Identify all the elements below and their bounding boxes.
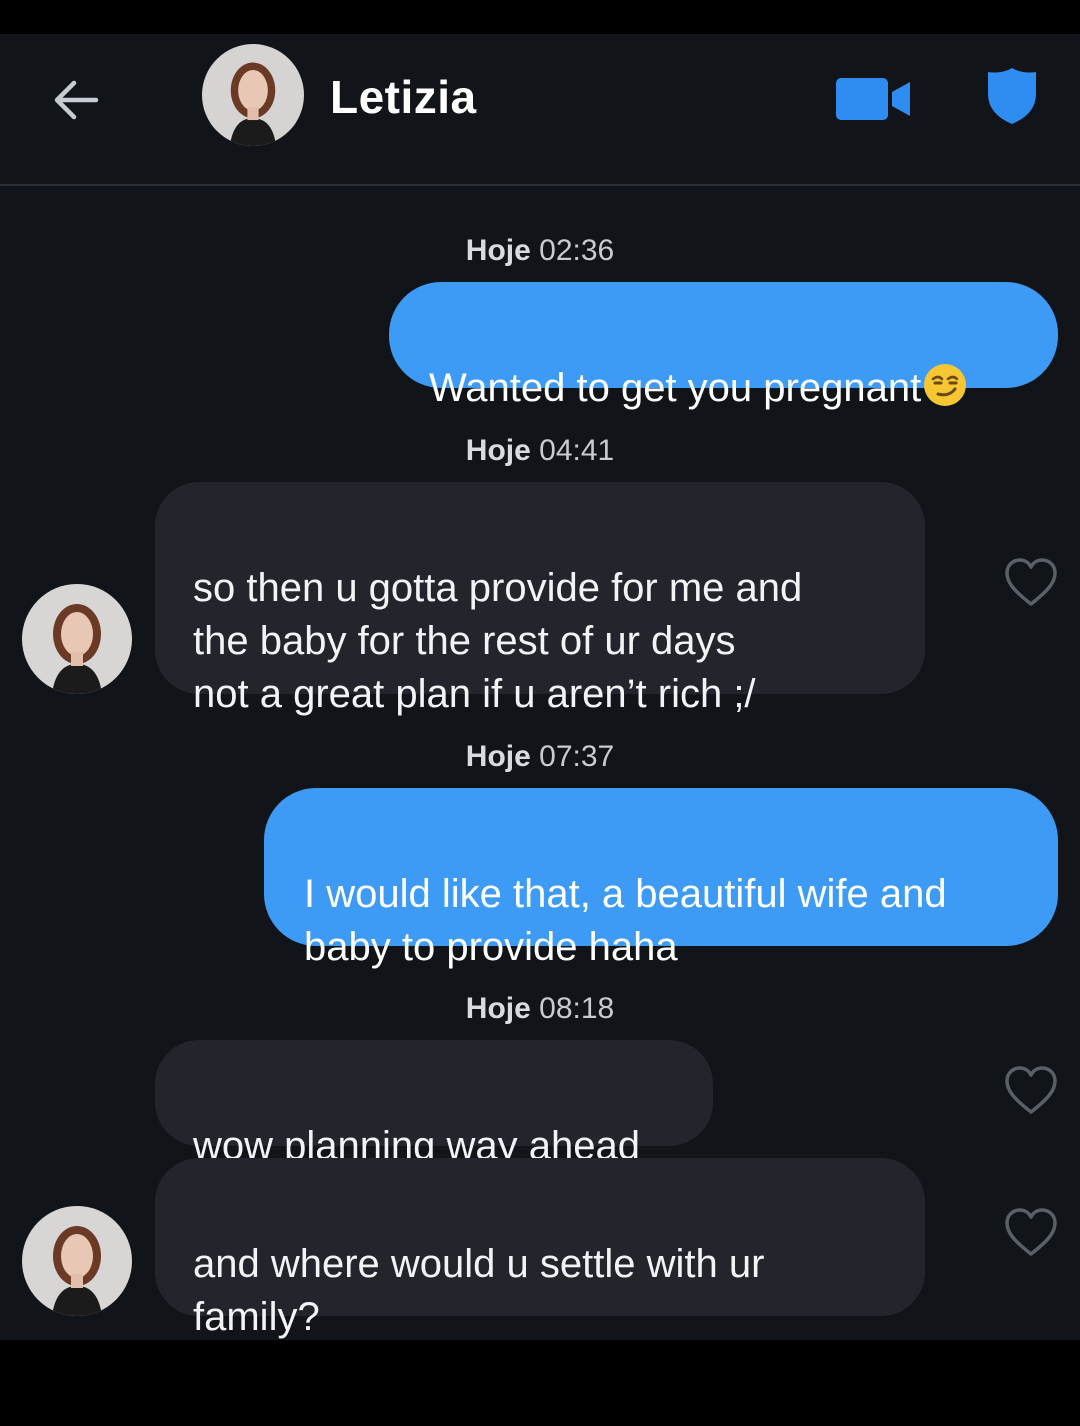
like-heart-icon[interactable] xyxy=(1003,1064,1059,1116)
received-message-bubble[interactable]: so then u gotta provide for me and the b… xyxy=(155,482,925,716)
sent-message-bubble[interactable]: I would like that, a beautiful wife and … xyxy=(264,788,1058,969)
video-camera-icon xyxy=(836,78,910,120)
like-heart-icon[interactable] xyxy=(1003,556,1059,608)
contact-name[interactable]: Letizia xyxy=(330,70,477,124)
timestamp-day: Hoje xyxy=(465,740,531,773)
timestamp-day: Hoje xyxy=(465,434,531,467)
safety-shield-button[interactable] xyxy=(982,64,1042,128)
arrow-left-icon xyxy=(54,80,99,120)
message-text: Wanted to get you pregnant xyxy=(429,366,922,410)
timestamp-day: Hoje xyxy=(465,992,531,1025)
avatar-photo xyxy=(22,584,132,694)
message-text: so then u gotta provide for me and the b… xyxy=(193,566,803,716)
message-text: I would like that, a beautiful wife and … xyxy=(304,872,947,969)
message-text: and where would u settle with ur family? xyxy=(193,1242,765,1339)
message-timestamp: Hoje 02:36 xyxy=(0,234,1080,268)
shield-icon xyxy=(988,68,1036,124)
avatar-photo xyxy=(22,1206,132,1316)
timestamp-time: 04:41 xyxy=(539,434,615,467)
contact-avatar[interactable] xyxy=(202,44,304,146)
received-message-bubble[interactable]: and where would u settle with ur family? xyxy=(155,1158,925,1339)
message-timestamp: Hoje 04:41 xyxy=(0,434,1080,468)
avatar-photo xyxy=(202,44,304,146)
like-heart-icon[interactable] xyxy=(1003,1206,1059,1258)
video-call-button[interactable] xyxy=(834,74,914,124)
timestamp-time: 08:18 xyxy=(539,992,615,1025)
timestamp-time: 02:36 xyxy=(539,234,615,267)
sent-message-bubble[interactable]: Wanted to get you pregnant xyxy=(389,282,1058,410)
chat-header: Letizia xyxy=(0,34,1080,186)
smirking-face-emoji xyxy=(924,364,967,406)
back-button[interactable] xyxy=(44,70,108,134)
message-timestamp: Hoje 07:37 xyxy=(0,740,1080,774)
timestamp-day: Hoje xyxy=(465,234,531,267)
sender-avatar[interactable] xyxy=(22,584,132,694)
chat-screen: Letizia Hoje 02:36 Wanted to get you pre… xyxy=(0,34,1080,1340)
received-message-bubble[interactable]: wow planning way ahead xyxy=(155,1040,713,1168)
timestamp-time: 07:37 xyxy=(539,740,615,773)
message-timestamp: Hoje 08:18 xyxy=(0,992,1080,1026)
sender-avatar[interactable] xyxy=(22,1206,132,1316)
